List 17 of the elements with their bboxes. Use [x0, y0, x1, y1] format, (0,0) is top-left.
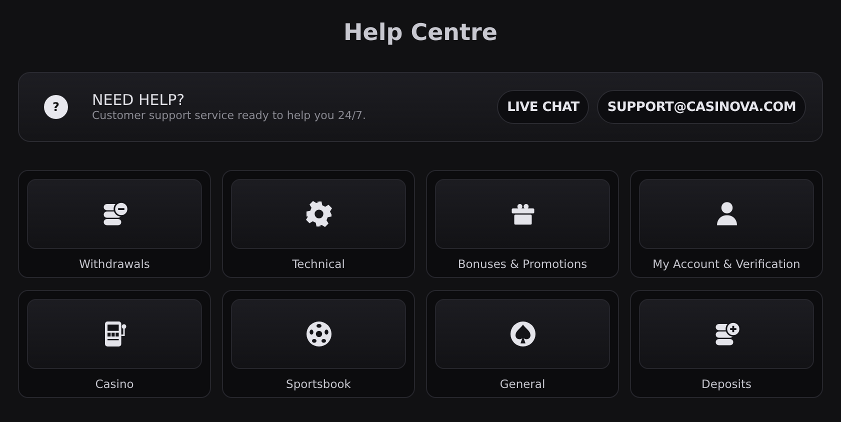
- banner-subtitle: Customer support service ready to help you 24/7.: [92, 109, 368, 123]
- live-chat-button[interactable]: LIVE CHAT: [497, 90, 590, 124]
- category-card[interactable]: My Account & Verification: [630, 170, 823, 278]
- spade-icon: [508, 319, 538, 349]
- banner-heading: NEED HELP?: [92, 91, 186, 109]
- category-card[interactable]: Sportsbook: [222, 290, 415, 398]
- gear-icon: [304, 199, 334, 229]
- category-card[interactable]: Deposits: [630, 290, 823, 398]
- help-icon: ?: [44, 95, 68, 119]
- category-card[interactable]: Casino: [18, 290, 211, 398]
- email-button[interactable]: SUPPORT@CASINOVA.COM: [597, 90, 806, 124]
- category-card[interactable]: Bonuses & Promotions: [426, 170, 619, 278]
- category-card[interactable]: Withdrawals: [18, 170, 211, 278]
- page-title: Help Centre: [342, 19, 498, 48]
- ball-icon: [304, 319, 334, 349]
- category-card[interactable]: Technical: [222, 170, 415, 278]
- category-card[interactable]: General: [426, 290, 619, 398]
